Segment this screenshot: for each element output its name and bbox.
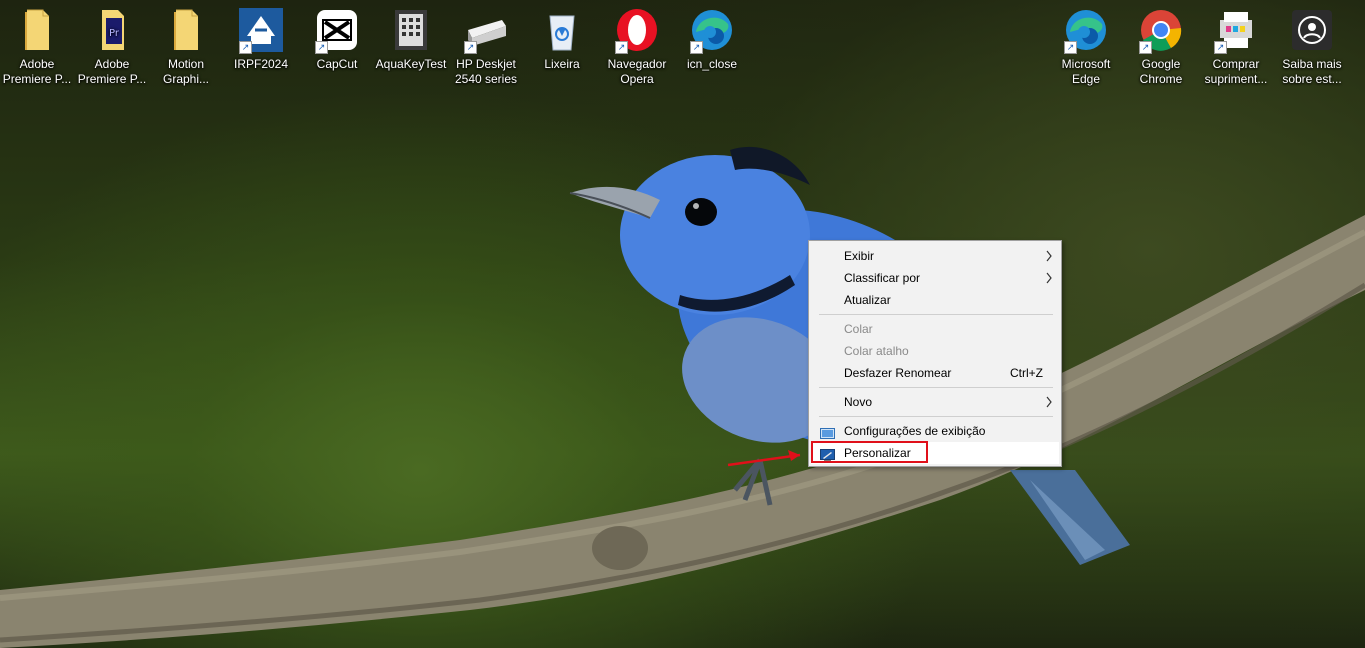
recycle-bin-icon	[538, 6, 586, 54]
printer-icon: ↗	[462, 6, 510, 54]
desktop-icon-left-4[interactable]: ↗ CapCut	[300, 4, 374, 72]
desktop-icon-left-5[interactable]: AquaKeyTest	[374, 4, 448, 72]
desktop-icon-right-3[interactable]: Saiba mais sobre est...	[1275, 4, 1349, 87]
menu-item-configuracoes-de-exibicao[interactable]: Configurações de exibição	[811, 420, 1059, 442]
desktop-icon-left-9[interactable]: ↗ icn_close	[675, 4, 749, 72]
menu-item-colar: Colar	[811, 318, 1059, 340]
desktop-icon-left-1[interactable]: Pr Adobe Premiere P...	[75, 4, 149, 87]
chrome-icon: ↗	[1137, 6, 1185, 54]
menu-item-label: Atualizar	[844, 293, 891, 307]
menu-item-label: Novo	[844, 395, 873, 409]
folder-icon	[13, 6, 61, 54]
premiere-folder-icon: Pr	[88, 6, 136, 54]
desktop-icon-left-3[interactable]: ↗ IRPF2024	[224, 4, 298, 72]
desktop-icon-label: Adobe Premiere P...	[2, 57, 72, 86]
svg-text:Pr: Pr	[109, 28, 120, 39]
desktop-icon-left-6[interactable]: ↗ HP Deskjet 2540 series	[449, 4, 523, 87]
menu-item-label: Desfazer Renomear	[844, 366, 952, 380]
menu-item-exibir[interactable]: Exibir	[811, 245, 1059, 267]
menu-item-colar-atalho: Colar atalho	[811, 340, 1059, 362]
shortcut-arrow-icon: ↗	[615, 41, 628, 54]
opera-icon: ↗	[613, 6, 661, 54]
shortcut-arrow-icon: ↗	[690, 41, 703, 54]
menu-item-label: Exibir	[844, 249, 875, 263]
desktop-wallpaper	[0, 146, 1365, 648]
desktop-icon-label: Navegador Opera	[607, 57, 667, 86]
desktop-icon-right-1[interactable]: ↗ Google Chrome	[1124, 4, 1198, 87]
menu-item-label: Classificar por	[844, 271, 921, 285]
menu-item-novo[interactable]: Novo	[811, 391, 1059, 413]
desktop-icon-label: CapCut	[316, 57, 358, 71]
capcut-icon: ↗	[313, 6, 361, 54]
desktop-icon-label: Comprar supriment...	[1204, 57, 1268, 86]
menu-item-label: Configurações de exibição	[844, 424, 986, 438]
desktop-context-menu: Exibir Classificar por Atualizar Colar C…	[808, 240, 1062, 467]
desktop-icon-label: Google Chrome	[1139, 57, 1183, 86]
desktop-icon-label: HP Deskjet 2540 series	[454, 57, 518, 86]
desktop-icon-label: Microsoft Edge	[1061, 57, 1111, 86]
desktop-icon-left-8[interactable]: ↗ Navegador Opera	[600, 4, 674, 87]
highlight-box	[811, 441, 928, 463]
edge-icon: ↗	[688, 6, 736, 54]
desktop-icon-label: Saiba mais sobre est...	[1282, 57, 1342, 86]
menu-item-label: Colar	[844, 322, 873, 336]
desktop-icon-left-0[interactable]: Adobe Premiere P...	[0, 4, 74, 87]
shortcut-arrow-icon: ↗	[1064, 41, 1077, 54]
desktop-icon-right-0[interactable]: ↗ Microsoft Edge	[1049, 4, 1123, 87]
shortcut-arrow-icon: ↗	[315, 41, 328, 54]
desktop-icon-left-7[interactable]: Lixeira	[525, 4, 599, 72]
desktop-icon-label: Adobe Premiere P...	[77, 57, 147, 86]
desktop-icon-right-2[interactable]: ↗ Comprar supriment...	[1199, 4, 1273, 87]
menu-item-desfazer-renomear[interactable]: Desfazer Renomear Ctrl+Z	[811, 362, 1059, 384]
desktop-icon-label: icn_close	[686, 57, 738, 71]
folder-icon	[162, 6, 210, 54]
irpf-icon: ↗	[237, 6, 285, 54]
desktop-icon-left-2[interactable]: Motion Graphi...	[149, 4, 223, 87]
menu-item-label: Colar atalho	[844, 344, 909, 358]
desktop-icon-label: Motion Graphi...	[162, 57, 210, 86]
desktop-icon-label: IRPF2024	[233, 57, 289, 71]
printer-supplies-icon: ↗	[1212, 6, 1260, 54]
menu-item-atualizar[interactable]: Atualizar	[811, 289, 1059, 311]
menu-separator	[819, 416, 1053, 417]
menu-separator	[819, 314, 1053, 315]
shortcut-arrow-icon: ↗	[239, 41, 252, 54]
desktop-icon-label: Lixeira	[544, 57, 580, 71]
keypad-icon	[387, 6, 435, 54]
edge-icon: ↗	[1062, 6, 1110, 54]
menu-separator	[819, 387, 1053, 388]
camera-icon	[1288, 6, 1336, 54]
menu-item-classificar-por[interactable]: Classificar por	[811, 267, 1059, 289]
desktop-icon-label: AquaKeyTest	[375, 57, 447, 71]
shortcut-arrow-icon: ↗	[1214, 41, 1227, 54]
shortcut-arrow-icon: ↗	[464, 41, 477, 54]
shortcut-arrow-icon: ↗	[1139, 41, 1152, 54]
menu-item-shortcut: Ctrl+Z	[1010, 366, 1043, 380]
